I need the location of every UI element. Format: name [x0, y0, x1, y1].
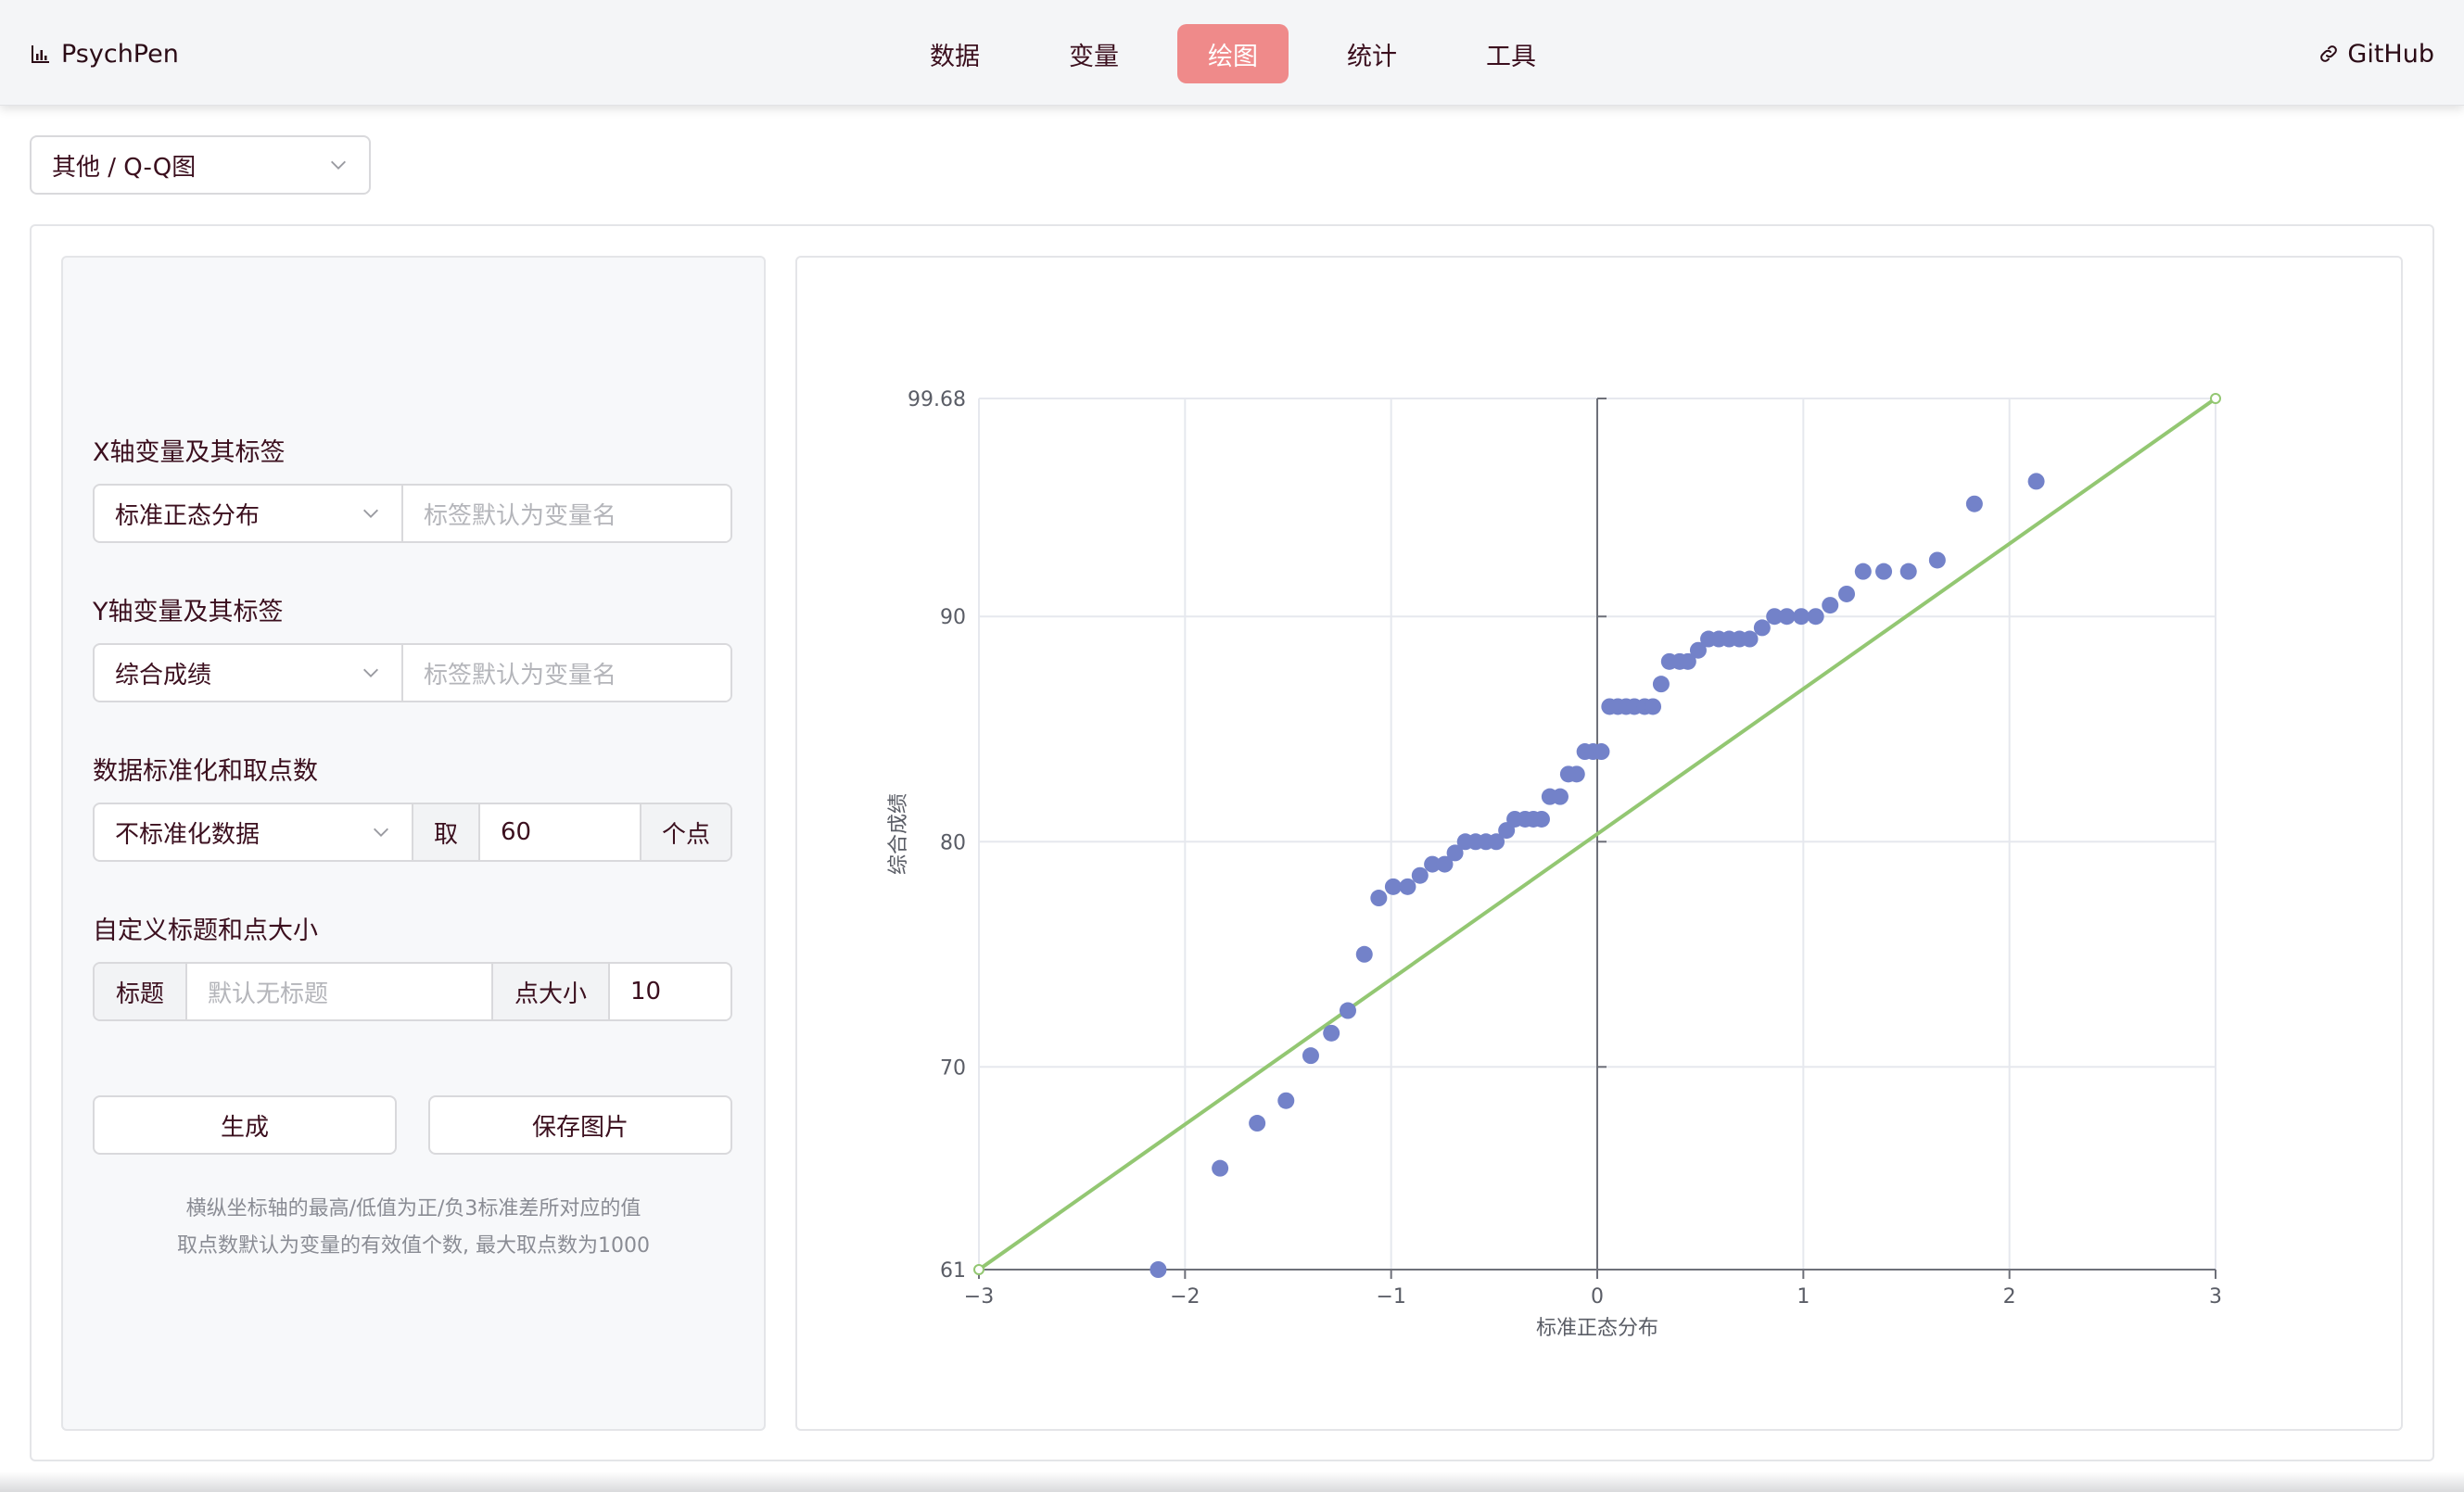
data-point [1645, 698, 1662, 715]
data-point [1793, 608, 1810, 626]
data-point [1875, 563, 1893, 580]
data-point [1593, 743, 1610, 761]
y-axis-group: 综合成绩 标签默认为变量名 [93, 643, 732, 702]
custom-group: 标题 默认无标题 点大小 10 [93, 962, 732, 1021]
link-icon [2320, 45, 2338, 62]
dot-size-label: 点大小 [493, 964, 610, 1019]
data-point [1323, 1024, 1340, 1042]
data-point [1384, 878, 1402, 895]
data-point [1302, 1047, 1319, 1065]
data-point [1838, 585, 1856, 602]
chevron-down-icon [363, 509, 378, 518]
points-unit: 个点 [640, 804, 730, 860]
data-point [1854, 563, 1872, 580]
github-link[interactable]: GitHub [2318, 35, 2434, 72]
x-axis-title: 标准正态分布 [1536, 1317, 1658, 1340]
points-input[interactable]: 60 [480, 804, 640, 860]
dot-size-input[interactable]: 10 [610, 964, 730, 1019]
nav-plot[interactable]: 绘图 [1177, 24, 1289, 83]
y-tick-label: 99.68 [908, 388, 966, 411]
data-point [1965, 495, 1983, 512]
chevron-down-icon [363, 668, 378, 677]
data-point [1778, 608, 1796, 626]
nav-data[interactable]: 数据 [899, 24, 1010, 83]
x-tick-label: 0 [1591, 1285, 1604, 1309]
data-point [1807, 608, 1824, 626]
plot-type-select[interactable]: 其他 / Q-Q图 [30, 135, 371, 195]
data-point [1411, 866, 1429, 884]
data-point [1399, 878, 1416, 895]
generate-button[interactable]: 生成 [93, 1095, 397, 1155]
title-input[interactable]: 默认无标题 [187, 964, 493, 1019]
data-point [1355, 945, 1373, 963]
save-image-button[interactable]: 保存图片 [428, 1095, 732, 1155]
data-point [1899, 563, 1917, 580]
data-point [1149, 1261, 1167, 1278]
plot-type-value: 其他 / Q-Q图 [52, 153, 197, 182]
x-tick-label: −1 [1376, 1285, 1405, 1309]
standardize-select[interactable]: 不标准化数据 [95, 804, 413, 860]
y-tick-label: 80 [940, 831, 966, 854]
take-label: 取 [413, 804, 480, 860]
x-label-input[interactable]: 标签默认为变量名 [403, 486, 730, 541]
chevron-down-icon [374, 828, 388, 837]
y-axis-section-label: Y轴变量及其标签 [93, 598, 284, 626]
standardize-section-label: 数据标准化和取点数 [93, 757, 318, 786]
y-tick-label: 61 [940, 1259, 966, 1283]
data-point [1532, 810, 1550, 828]
x-axis-section-label: X轴变量及其标签 [93, 438, 286, 467]
y-tick-label: 90 [940, 606, 966, 629]
y-variable-select[interactable]: 综合成绩 [95, 645, 403, 701]
bar-chart-icon [32, 45, 49, 63]
data-point [1928, 551, 1946, 569]
nav-statistics[interactable]: 统计 [1316, 24, 1428, 83]
data-point [1741, 630, 1759, 648]
x-variable-value: 标准正态分布 [115, 501, 260, 530]
hint-points: 取点数默认为变量的有效值个数, 最大取点数为1000 [177, 1234, 650, 1258]
chevron-down-icon [331, 160, 346, 170]
y-axis-title: 综合成绩 [887, 793, 910, 875]
reference-line-end [2210, 393, 2221, 404]
data-point [1753, 619, 1771, 637]
x-axis-group: 标准正态分布 标签默认为变量名 [93, 484, 732, 543]
brand-name: PsychPen [61, 39, 179, 69]
brand[interactable]: PsychPen [30, 35, 179, 72]
hint-axis-range: 横纵坐标轴的最高/低值为正/负3标准差所对应的值 [185, 1197, 641, 1220]
window-bottom-edge [0, 1472, 2464, 1492]
data-point [1339, 1002, 1356, 1019]
main-nav: 数据 变量 绘图 统计 工具 [899, 24, 1567, 83]
standardize-value: 不标准化数据 [115, 820, 260, 849]
data-point [1212, 1159, 1229, 1177]
x-tick-label: −3 [964, 1285, 994, 1309]
standardize-group: 不标准化数据 取 60 个点 [93, 803, 732, 862]
qq-plot: −3 −2 −1 0 1 2 3 61 70 80 90 99.68 标准正态分布 综合成绩 [887, 388, 2222, 1340]
y-label-input[interactable]: 标签默认为变量名 [403, 645, 730, 701]
y-variable-value: 综合成绩 [115, 661, 212, 689]
nav-variables[interactable]: 变量 [1038, 24, 1149, 83]
data-point [1568, 765, 1585, 783]
x-variable-select[interactable]: 标准正态分布 [95, 486, 403, 541]
x-tick-label: 2 [2003, 1285, 2016, 1309]
data-point [1822, 597, 1839, 614]
data-point [1277, 1092, 1295, 1109]
x-tick-label: 3 [2209, 1285, 2222, 1309]
data-point [2027, 473, 2045, 490]
y-tick-label: 70 [940, 1056, 966, 1080]
data-point [1551, 788, 1569, 805]
data-point [1652, 676, 1670, 693]
x-tick-label: 1 [1797, 1285, 1810, 1309]
custom-section-label: 自定义标题和点大小 [93, 917, 318, 945]
nav-tools[interactable]: 工具 [1455, 24, 1567, 83]
x-tick-label: −2 [1170, 1285, 1200, 1309]
reference-line-start [973, 1264, 984, 1275]
top-nav-bar: PsychPen 数据 变量 绘图 统计 工具 GitHub [0, 0, 2464, 106]
data-point [1370, 890, 1388, 907]
data-point [1249, 1115, 1266, 1132]
github-label: GitHub [2347, 39, 2434, 69]
title-label: 标题 [95, 964, 187, 1019]
